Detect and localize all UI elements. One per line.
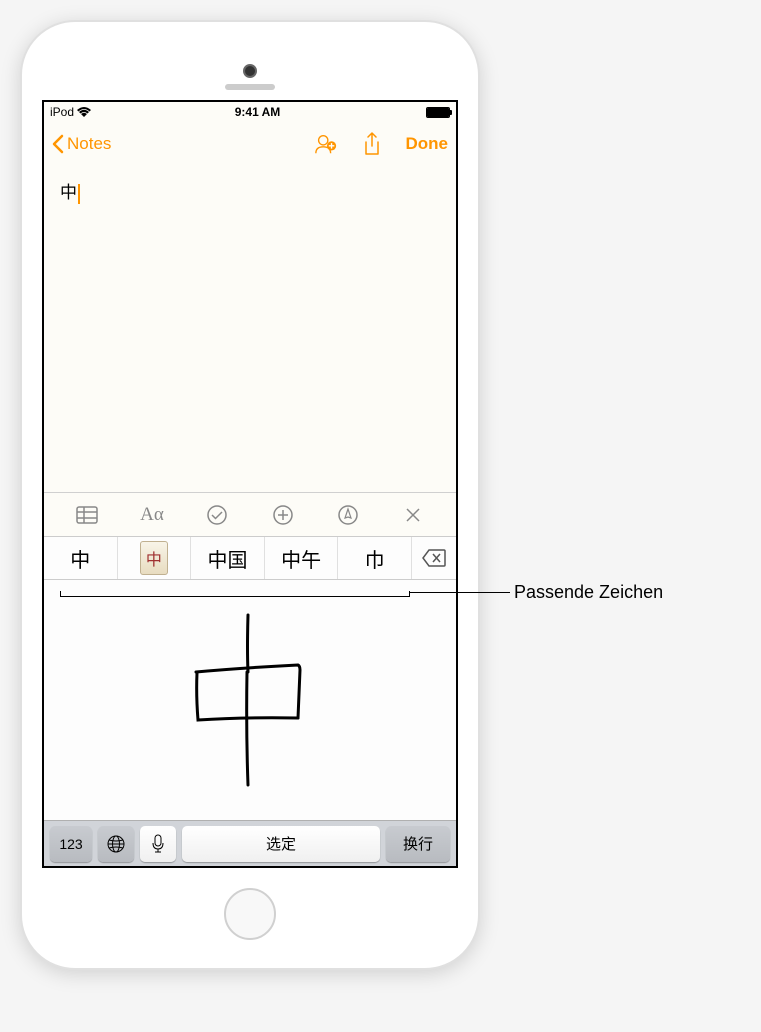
callout-line [410,592,510,593]
close-format-button[interactable] [397,499,429,531]
candidate-bar: 中 中 中国 中午 巾 [44,536,456,580]
camera-dot [243,64,257,78]
handwritten-stroke [180,610,320,790]
home-button[interactable] [224,888,276,940]
chevron-left-icon [52,134,64,154]
status-right [424,107,450,118]
markup-button[interactable] [332,499,364,531]
device-frame: iPod 9:41 AM Notes [20,20,480,970]
microphone-icon [151,834,165,854]
done-button[interactable]: Done [406,134,449,154]
status-left: iPod [50,105,91,119]
back-label: Notes [67,134,111,154]
numeric-keyboard-button[interactable]: 123 [50,826,92,862]
mahjong-tile-icon: 中 [140,541,168,575]
speaker-grill [225,84,275,90]
share-button[interactable] [360,132,384,156]
status-time: 9:41 AM [91,105,424,119]
wifi-icon [77,107,91,117]
checklist-button[interactable] [201,499,233,531]
note-text: 中 [60,183,77,202]
carrier-label: iPod [50,105,74,119]
note-editor[interactable]: 中 [44,166,456,492]
handwriting-input[interactable] [44,580,456,820]
candidate-4[interactable]: 中午 [265,537,339,579]
nav-bar: Notes Done [44,122,456,166]
close-icon [404,506,422,524]
candidate-1[interactable]: 中 [44,537,118,579]
text-format-button[interactable]: Aα [136,499,168,531]
dictation-button[interactable] [140,826,176,862]
table-button[interactable] [71,499,103,531]
add-attachment-button[interactable] [267,499,299,531]
status-bar: iPod 9:41 AM [44,102,456,122]
callout-bracket [60,591,410,597]
add-person-button[interactable] [314,132,338,156]
return-button[interactable]: 换行 [386,826,450,862]
candidate-3[interactable]: 中国 [191,537,265,579]
formatting-toolbar: Aα [44,492,456,536]
person-plus-icon [314,132,338,156]
nav-right: Done [314,132,449,156]
checkmark-circle-icon [206,504,228,526]
text-cursor [78,184,80,204]
battery-icon [426,107,450,118]
globe-button[interactable] [98,826,134,862]
screen: iPod 9:41 AM Notes [42,100,458,868]
candidate-5[interactable]: 巾 [338,537,412,579]
pen-circle-icon [337,504,359,526]
share-icon [363,132,381,156]
backspace-icon [422,549,446,567]
table-icon [76,506,98,524]
candidate-2[interactable]: 中 [118,537,192,579]
keyboard-bottom-row: 123 选定 换行 [44,820,456,866]
plus-circle-icon [272,504,294,526]
globe-icon [106,834,126,854]
delete-button[interactable] [412,537,456,579]
select-button[interactable]: 选定 [182,826,380,862]
back-button[interactable]: Notes [52,134,111,154]
callout-label: Passende Zeichen [514,582,663,603]
